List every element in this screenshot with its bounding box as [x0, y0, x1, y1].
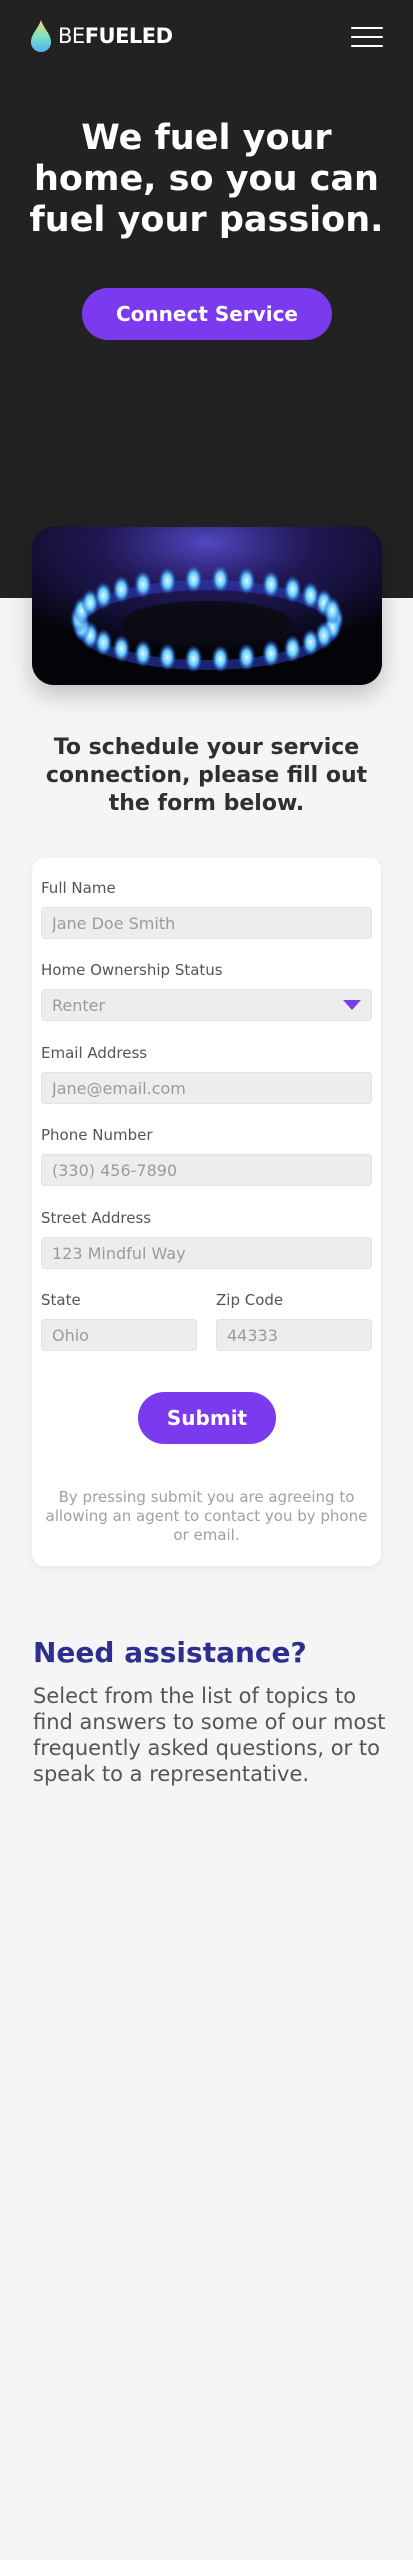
hero-section: BEFUELED We fuel your home, so you can f… [0, 0, 413, 598]
state-label: State [41, 1291, 81, 1309]
email-label: Email Address [41, 1044, 148, 1062]
ownership-status-select[interactable]: Renter [41, 989, 372, 1021]
street-address-input[interactable] [41, 1237, 372, 1269]
email-input[interactable] [41, 1072, 372, 1104]
full-name-label: Full Name [41, 879, 116, 897]
ownership-status-value: Renter [52, 995, 106, 1015]
assistance-heading: Need assistance? [33, 1636, 307, 1669]
logo-text-light: BE [58, 24, 85, 48]
befueled-logo[interactable]: BEFUELED [30, 18, 173, 54]
full-name-input[interactable] [41, 907, 372, 939]
chevron-down-icon [343, 1000, 361, 1010]
flame-drop-icon [31, 20, 51, 52]
assistance-text: Select from the list of topics to find a… [33, 1684, 386, 1786]
ownership-status-label: Home Ownership Status [41, 961, 223, 979]
street-address-label: Street Address [41, 1209, 152, 1227]
state-input[interactable] [41, 1319, 197, 1351]
zip-code-label: Zip Code [216, 1291, 284, 1309]
gas-burner-flame-image [32, 527, 382, 685]
hero-title: We fuel your home, so you can fuel your … [29, 118, 384, 240]
logo-text-bold: FUELED [84, 24, 173, 48]
zip-code-input[interactable] [216, 1319, 372, 1351]
submit-button[interactable]: Submit [138, 1392, 276, 1444]
hamburger-menu-icon[interactable] [351, 27, 383, 47]
phone-label: Phone Number [41, 1126, 153, 1144]
schedule-heading: To schedule your service connection, ple… [45, 735, 368, 816]
phone-input[interactable] [41, 1154, 372, 1186]
connect-service-button[interactable]: Connect Service [82, 288, 332, 340]
consent-disclaimer: By pressing submit you are agreeing to a… [45, 1488, 368, 1544]
service-connection-form: Full Name Home Ownership Status Renter E… [32, 858, 381, 1566]
